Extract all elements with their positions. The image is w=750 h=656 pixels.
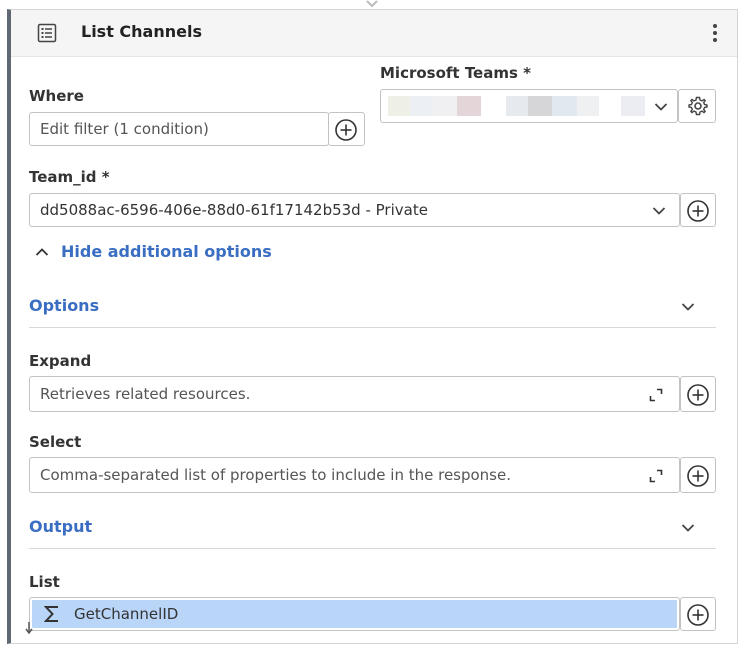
variable-name: GetChannelID bbox=[74, 605, 179, 623]
add-expand-button[interactable] bbox=[680, 376, 716, 412]
redacted-block bbox=[577, 96, 599, 116]
filter-field[interactable]: Edit filter (1 condition) bbox=[29, 112, 329, 146]
add-team-id-button[interactable] bbox=[680, 193, 716, 227]
redacted-block bbox=[528, 96, 552, 116]
plus-circle-icon bbox=[335, 119, 357, 141]
options-section-title[interactable]: Options bbox=[29, 296, 99, 315]
chevron-down-icon[interactable] bbox=[654, 102, 668, 112]
step-title: List Channels bbox=[81, 22, 202, 41]
list-label: List bbox=[29, 573, 60, 591]
redacted-block bbox=[457, 96, 481, 116]
team-id-select[interactable]: dd5088ac-6596-406e-88d0-61f17142b53d - P… bbox=[29, 193, 680, 227]
plus-circle-icon bbox=[687, 465, 709, 487]
expand-label: Expand bbox=[29, 352, 92, 370]
step-card: List Channels Microsoft Teams * Where Ed… bbox=[7, 9, 738, 644]
add-filter-button[interactable] bbox=[328, 112, 365, 146]
more-vertical-icon[interactable] bbox=[709, 22, 721, 44]
plus-circle-icon bbox=[687, 384, 709, 406]
select-placeholder: Comma-separated list of properties to in… bbox=[40, 466, 511, 484]
redacted-block bbox=[552, 96, 577, 116]
select-label: Select bbox=[29, 433, 82, 451]
connection-settings-button[interactable] bbox=[678, 89, 716, 123]
gear-icon bbox=[688, 96, 708, 116]
expand-placeholder: Retrieves related resources. bbox=[40, 385, 251, 403]
output-section-title[interactable]: Output bbox=[29, 517, 92, 536]
plus-circle-icon bbox=[687, 604, 709, 626]
expand-editor-icon[interactable] bbox=[649, 388, 663, 402]
connection-select[interactable] bbox=[380, 89, 678, 123]
chevron-down-icon[interactable] bbox=[681, 523, 695, 533]
hide-options-link[interactable]: Hide additional options bbox=[61, 242, 272, 261]
connector-arrow-icon bbox=[366, 0, 378, 8]
filter-value: Edit filter (1 condition) bbox=[40, 120, 209, 138]
plus-circle-icon bbox=[687, 200, 709, 222]
expand-editor-icon[interactable] bbox=[649, 469, 663, 483]
connector-arrow-icon bbox=[25, 622, 33, 634]
team-id-label: Team_id * bbox=[29, 168, 110, 186]
chevron-down-icon[interactable] bbox=[652, 206, 666, 216]
redacted-block bbox=[621, 96, 645, 116]
section-divider bbox=[29, 548, 716, 549]
variable-chip[interactable]: GetChannelID bbox=[32, 600, 677, 628]
redacted-block bbox=[410, 96, 432, 116]
chevron-down-icon[interactable] bbox=[681, 302, 695, 312]
add-list-button[interactable] bbox=[680, 597, 716, 631]
expand-input[interactable]: Retrieves related resources. bbox=[29, 376, 680, 412]
redacted-block bbox=[388, 96, 410, 116]
redacted-block bbox=[432, 96, 457, 116]
list-input[interactable]: GetChannelID bbox=[29, 597, 680, 631]
add-select-button[interactable] bbox=[680, 457, 716, 493]
select-input[interactable]: Comma-separated list of properties to in… bbox=[29, 457, 680, 493]
list-icon bbox=[37, 23, 57, 43]
chevron-up-icon[interactable] bbox=[35, 247, 49, 257]
section-divider bbox=[29, 327, 716, 328]
connection-label: Microsoft Teams * bbox=[380, 64, 531, 82]
step-header: List Channels bbox=[11, 10, 737, 57]
team-id-value: dd5088ac-6596-406e-88d0-61f17142b53d - P… bbox=[40, 201, 428, 219]
redacted-block bbox=[506, 96, 528, 116]
sigma-icon bbox=[44, 606, 58, 622]
where-label: Where bbox=[29, 87, 84, 105]
